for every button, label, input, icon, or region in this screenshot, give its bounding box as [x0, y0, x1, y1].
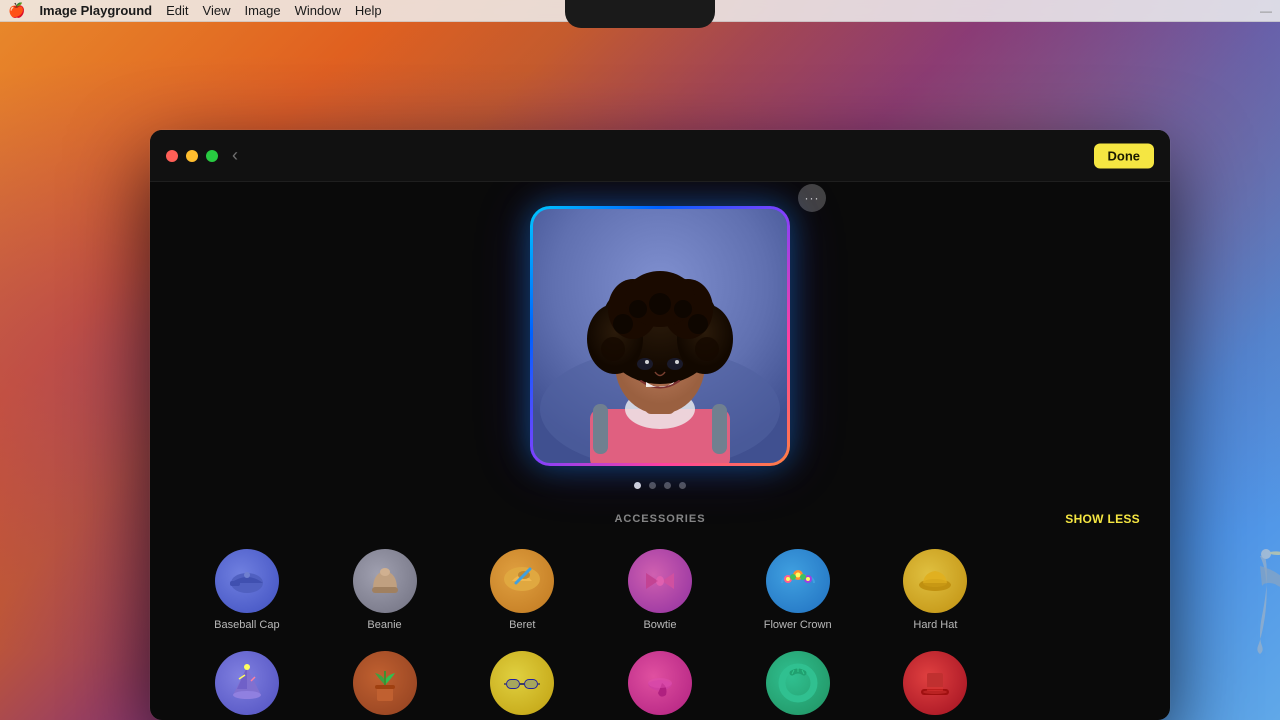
accessory-party-hat[interactable]: Party Hat	[180, 645, 314, 720]
accessory-sunglasses[interactable]: Sunglasses	[455, 645, 589, 720]
show-less-button[interactable]: SHOW LESS	[1065, 512, 1140, 526]
page-dot-2[interactable]	[649, 482, 656, 489]
scarf-icon	[628, 651, 692, 715]
baseball-cap-icon	[215, 549, 279, 613]
potted-plant-icon	[353, 651, 417, 715]
more-options-button[interactable]: ···	[798, 184, 826, 212]
beanie-icon	[353, 549, 417, 613]
titlebar: ‹ Done	[150, 130, 1170, 182]
traffic-lights	[166, 150, 218, 162]
minimize-button[interactable]	[186, 150, 198, 162]
page-dot-4[interactable]	[679, 482, 686, 489]
menubar-help[interactable]: Help	[355, 3, 382, 18]
desktop: 🍎 Image Playground Edit View Image Windo…	[0, 0, 1280, 720]
apple-menu[interactable]: 🍎	[8, 2, 25, 19]
heron-decoration	[1220, 536, 1280, 680]
done-button[interactable]: Done	[1094, 143, 1155, 168]
app-window: ‹ Done ···	[150, 130, 1170, 720]
page-dot-1[interactable]	[634, 482, 641, 489]
camera-notch	[565, 0, 715, 28]
menubar-image[interactable]: Image	[245, 3, 281, 18]
maximize-button[interactable]	[206, 150, 218, 162]
bowtie-icon	[628, 549, 692, 613]
accessory-scarf[interactable]: Scarf	[593, 645, 727, 720]
accessory-flower-crown[interactable]: Flower Crown	[731, 543, 865, 637]
close-button[interactable]	[166, 150, 178, 162]
sunglasses-icon	[490, 651, 554, 715]
accessory-baseball-cap[interactable]: Baseball Cap	[180, 543, 314, 637]
sweatband-icon	[766, 651, 830, 715]
party-hat-icon	[215, 651, 279, 715]
generated-image	[533, 209, 787, 463]
accessories-header: ACCESSORIES SHOW LESS	[180, 513, 1140, 525]
baseball-cap-label: Baseball Cap	[214, 619, 279, 631]
beanie-label: Beanie	[367, 619, 401, 631]
top-hat-icon	[903, 651, 967, 715]
menubar-window[interactable]: Window	[295, 3, 341, 18]
hard-hat-icon	[903, 549, 967, 613]
main-content: ···	[150, 182, 1170, 720]
accessories-section: ACCESSORIES SHOW LESS	[150, 489, 1170, 720]
accessory-beret[interactable]: Beret	[455, 543, 589, 637]
page-dot-3[interactable]	[664, 482, 671, 489]
menubar-edit[interactable]: Edit	[166, 3, 188, 18]
back-button[interactable]: ‹	[232, 145, 238, 166]
beret-icon	[490, 549, 554, 613]
menubar-right-indicator: —	[1260, 4, 1272, 18]
accessory-hard-hat[interactable]: Hard Hat	[869, 543, 1003, 637]
accessories-title: ACCESSORIES	[614, 513, 705, 525]
menubar-right: —	[1260, 4, 1272, 18]
person-svg	[533, 209, 787, 463]
flower-crown-label: Flower Crown	[764, 619, 832, 631]
accessory-top-hat[interactable]: Top Hat	[869, 645, 1003, 720]
accessory-sweatband[interactable]: Sweatband	[731, 645, 865, 720]
menubar-view[interactable]: View	[203, 3, 231, 18]
image-container: ···	[530, 206, 790, 466]
page-dots[interactable]	[634, 482, 686, 489]
flower-crown-icon	[766, 549, 830, 613]
hard-hat-label: Hard Hat	[913, 619, 957, 631]
accessories-grid: Baseball Cap Beanie	[180, 543, 1140, 720]
accessory-potted-plant[interactable]: Potted Plant	[318, 645, 452, 720]
bowtie-label: Bowtie	[643, 619, 676, 631]
image-section: ···	[530, 182, 790, 489]
generated-image-frame	[530, 206, 790, 466]
menubar-left: 🍎 Image Playground Edit View Image Windo…	[8, 2, 382, 19]
menubar-app-name[interactable]: Image Playground	[39, 3, 152, 18]
accessory-bowtie[interactable]: Bowtie	[593, 543, 727, 637]
beret-label: Beret	[509, 619, 535, 631]
accessory-beanie[interactable]: Beanie	[318, 543, 452, 637]
